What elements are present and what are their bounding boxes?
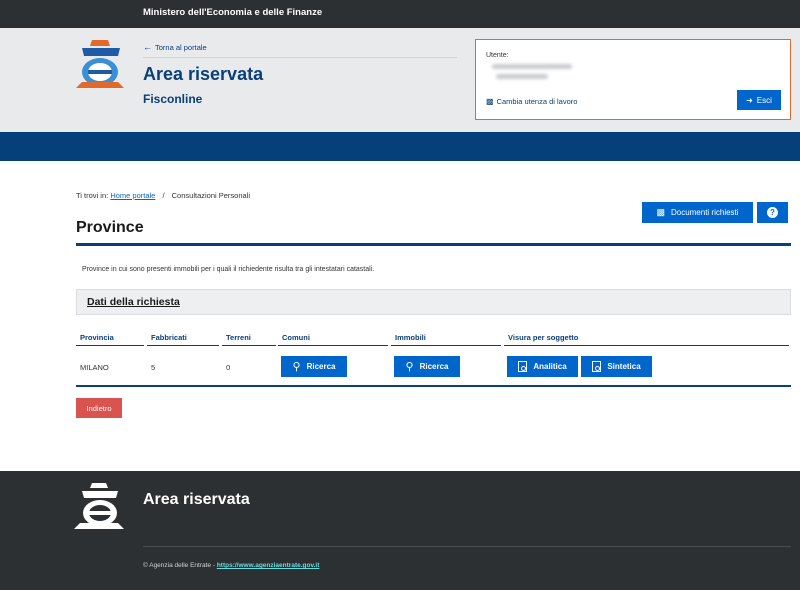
cell-provincia: MILANO xyxy=(80,363,109,372)
switch-user-label: Cambia utenza di lavoro xyxy=(496,97,578,106)
logout-icon: ➜ xyxy=(746,95,753,105)
header-rule xyxy=(278,345,388,346)
col-header-comuni: Comuni xyxy=(282,333,310,342)
sintetica-label: Sintetica xyxy=(607,362,641,371)
analitica-label: Analitica xyxy=(533,362,567,371)
intro-text: Province in cui sono presenti immobili p… xyxy=(82,266,375,273)
breadcrumb-home-link[interactable]: Home portale xyxy=(110,191,155,200)
cell-terreni: 0 xyxy=(226,363,231,372)
back-button[interactable]: Indietro xyxy=(76,398,122,418)
search-immobili-label: Ricerca xyxy=(419,362,449,371)
ministry-name: Ministero dell'Economia e delle Finanze xyxy=(143,7,323,18)
page-title: Province xyxy=(76,219,144,236)
user-panel: Utente: ▩ Cambia utenza di lavoro ➜ Esci xyxy=(475,39,791,120)
header-rule xyxy=(222,345,276,346)
archive-icon: ▩ xyxy=(656,207,665,217)
ministry-bar: Ministero dell'Economia e delle Finanze xyxy=(0,0,800,28)
copyright-text: © Agenzia delle Entrate - xyxy=(143,562,217,569)
table-bottom-rule xyxy=(76,385,791,387)
breadcrumb-separator: / xyxy=(162,191,165,200)
search-comuni-button[interactable]: ⚲ Ricerca xyxy=(281,356,347,377)
header-divider xyxy=(143,57,457,58)
search-immobili-button[interactable]: ⚲ Ricerca xyxy=(394,356,460,377)
breadcrumb-prefix: Ti trovi in: xyxy=(76,191,109,200)
user-label: Utente: xyxy=(486,52,509,59)
footer-divider xyxy=(143,546,791,547)
col-header-immobili: Immobili xyxy=(395,333,426,342)
search-icon: ⚲ xyxy=(405,361,414,373)
site-title: Area riservata xyxy=(143,64,264,84)
search-icon: ⚲ xyxy=(292,361,301,373)
header-rule xyxy=(76,345,144,346)
header-rule xyxy=(147,345,219,346)
agency-logo[interactable] xyxy=(70,481,128,531)
col-header-provincia: Provincia xyxy=(80,333,114,342)
agency-website-link[interactable]: https://www.agenziaentrate.gov.it xyxy=(217,562,320,569)
pdf-icon xyxy=(592,361,602,372)
site-footer: Area riservata © Agenzia delle Entrate -… xyxy=(0,471,800,590)
pdf-icon xyxy=(518,361,528,372)
help-icon: ? xyxy=(767,207,778,218)
search-comuni-label: Ricerca xyxy=(306,362,336,371)
header-rule xyxy=(391,345,501,346)
footer-copyright: © Agenzia delle Entrate - https://www.ag… xyxy=(143,562,319,569)
nav-bar xyxy=(0,132,800,161)
sintetica-button[interactable]: Sintetica xyxy=(581,356,652,377)
site-subtitle: Fisconline xyxy=(143,92,203,106)
title-divider xyxy=(76,243,791,246)
back-to-portal-label: Torna al portale xyxy=(155,43,207,52)
cell-fabbricati: 5 xyxy=(151,363,156,372)
requested-documents-label: Documenti richiesti xyxy=(670,208,739,217)
user-name-redacted xyxy=(492,64,572,69)
header-rule xyxy=(504,345,789,346)
analitica-button[interactable]: Analitica xyxy=(507,356,578,377)
back-to-portal-link[interactable]: ← Torna al portale xyxy=(143,42,207,52)
col-header-fabbricati: Fabbricati xyxy=(151,333,187,342)
breadcrumb-current: Consultazioni Personali xyxy=(171,191,251,200)
breadcrumb: Ti trovi in: Home portale / Consultazion… xyxy=(76,191,250,200)
user-code-redacted xyxy=(496,74,548,79)
col-header-terreni: Terreni xyxy=(226,333,251,342)
section-title: Dati della richiesta xyxy=(87,296,180,308)
requested-documents-button[interactable]: ▩ Documenti richiesti xyxy=(642,202,753,223)
col-header-visura: Visura per soggetto xyxy=(508,333,579,342)
arrow-left-icon: ← xyxy=(143,42,152,52)
site-header: ← Torna al portale Area riservata Fisconl… xyxy=(0,28,800,132)
help-button[interactable]: ? xyxy=(757,202,788,223)
logout-label: Esci xyxy=(756,95,772,105)
switch-user-link[interactable]: ▩ Cambia utenza di lavoro xyxy=(486,97,577,106)
footer-title: Area riservata xyxy=(143,491,250,508)
agency-logo[interactable] xyxy=(72,38,128,90)
users-icon: ▩ xyxy=(486,97,494,106)
logout-button[interactable]: ➜ Esci xyxy=(737,90,781,110)
request-data-section: Dati della richiesta xyxy=(76,289,791,315)
